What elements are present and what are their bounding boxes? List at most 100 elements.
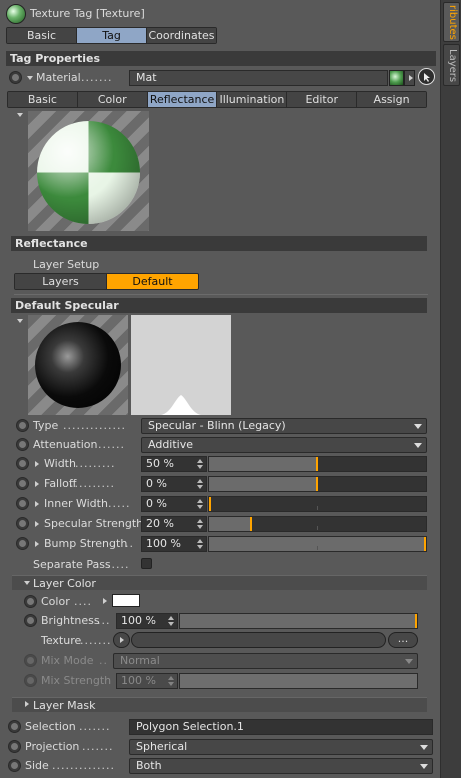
bump-strength-animate-icon[interactable] [16,537,29,550]
spinner-icon[interactable] [197,479,203,489]
chevron-down-icon [405,659,413,664]
tab-mat-color[interactable]: Color [77,92,148,107]
projection-value: Spherical [136,740,188,753]
selection-field[interactable]: Polygon Selection.1 [129,719,433,735]
tab-mat-assign[interactable]: Assign [357,92,426,107]
attenuation-label: Attenuation [33,438,98,451]
tab-attributes[interactable]: ributes [443,2,460,42]
spinner-icon[interactable] [197,499,203,509]
width-knob[interactable] [316,457,318,471]
specular-sphere-preview [28,315,128,415]
tab-default-specular[interactable]: Default Specular [107,274,198,289]
texture-menu-button[interactable] [113,632,130,648]
tab-attributes-label: ributes [447,5,458,40]
spinner-icon[interactable] [168,616,174,626]
inner-width-expand-icon[interactable] [35,501,39,507]
falloff-input[interactable]: 0 % [141,476,207,492]
inner-width-slider[interactable] [208,496,427,512]
tab-basic[interactable]: Basic [7,28,77,43]
separate-pass-checkbox[interactable] [141,558,152,569]
specular-strength-knob[interactable] [250,517,252,531]
side-tab-strip: ributes Layers [440,0,461,778]
brightness-label: Brightness [41,614,100,627]
brightness-slider[interactable] [179,613,418,629]
specular-strength-input[interactable]: 20 % [141,516,207,532]
selection-animate-icon[interactable] [8,720,21,733]
brightness-animate-icon[interactable] [24,614,37,627]
side-dropdown[interactable]: Both [129,758,433,774]
tab-layers[interactable]: Layers [15,274,107,289]
default-specular-header: Default Specular [11,298,427,313]
width-animate-icon[interactable] [16,457,29,470]
color-expand-icon[interactable] [103,598,107,604]
material-expand-icon[interactable] [27,76,33,80]
spinner-icon[interactable] [197,519,203,529]
layer-mask-group[interactable]: Layer Mask [12,697,427,712]
brightness-knob[interactable] [415,614,417,628]
specular-strength-slider[interactable] [208,516,427,532]
width-slider[interactable] [208,456,427,472]
material-link-field[interactable]: Mat [129,70,388,86]
color-animate-icon[interactable] [24,595,37,608]
material-animate-icon[interactable] [9,71,22,84]
inner-width-animate-icon[interactable] [16,497,29,510]
specular-strength-expand-icon[interactable] [35,521,39,527]
falloff-slider[interactable] [208,476,427,492]
texture-field[interactable] [131,632,386,648]
brightness-input[interactable]: 100 % [116,613,178,629]
width-dots: ......... [75,457,116,470]
projection-dropdown[interactable]: Spherical [129,739,433,755]
bump-strength-input[interactable]: 100 % [141,536,207,552]
spinner-icon[interactable] [197,459,203,469]
material-pick-icon[interactable] [418,68,435,85]
attenuation-animate-icon[interactable] [16,438,29,451]
mix-strength-animate-icon [24,674,37,687]
mix-mode-label: Mix Mode [41,654,94,667]
projection-animate-icon[interactable] [8,740,21,753]
chevron-down-icon [420,764,428,769]
color-label: Color [41,595,70,608]
layer-color-group[interactable]: Layer Color [12,575,427,590]
tab-layers-side-label: Layers [447,49,458,83]
width-input[interactable]: 50 % [141,456,207,472]
inner-width-knob[interactable] [209,497,211,511]
falloff-expand-icon[interactable] [35,481,39,487]
tab-mat-reflectance[interactable]: Reflectance [147,92,218,107]
tab-tag[interactable]: Tag [77,28,147,43]
specular-preview-expand-icon[interactable] [17,319,23,323]
material-value: Mat [136,71,157,84]
type-animate-icon[interactable] [16,419,29,432]
color-swatch[interactable] [112,594,140,607]
preview-expand-icon[interactable] [17,113,23,117]
type-dropdown[interactable]: Specular - Blinn (Legacy) [141,418,427,434]
layer-tabs: Layers Default Specular [14,273,199,290]
color-dots: .... [74,595,92,608]
specular-strength-animate-icon[interactable] [16,517,29,530]
bump-strength-knob[interactable] [424,537,426,551]
attenuation-dropdown[interactable]: Additive [141,437,427,453]
inner-width-input[interactable]: 0 % [141,496,207,512]
spinner-icon[interactable] [197,539,203,549]
side-value: Both [136,759,162,772]
specular-falloff-graph [131,315,231,415]
material-tabs: Basic Color Reflectance Illumination Edi… [7,91,427,108]
tab-layers-side[interactable]: Layers [443,44,460,86]
selection-value: Polygon Selection.1 [136,720,244,733]
tab-coordinates[interactable]: Coordinates [147,28,216,43]
slider-tick [317,506,318,510]
tab-mat-illumination[interactable]: Illumination [217,92,288,107]
bump-strength-slider[interactable] [208,536,427,552]
layer-color-expand-icon [24,581,30,585]
tab-mat-basic[interactable]: Basic [8,92,78,107]
texture-browse-button[interactable]: ... [388,632,418,648]
slider-tick [317,526,318,530]
bump-strength-expand-icon[interactable] [35,541,39,547]
tab-mat-editor[interactable]: Editor [287,92,358,107]
specular-strength-fill [209,517,252,531]
material-preview-icon [389,70,404,86]
width-expand-icon[interactable] [35,461,39,467]
material-menu-button[interactable] [404,70,415,86]
side-animate-icon[interactable] [8,759,21,772]
falloff-knob[interactable] [316,477,318,491]
falloff-animate-icon[interactable] [16,477,29,490]
